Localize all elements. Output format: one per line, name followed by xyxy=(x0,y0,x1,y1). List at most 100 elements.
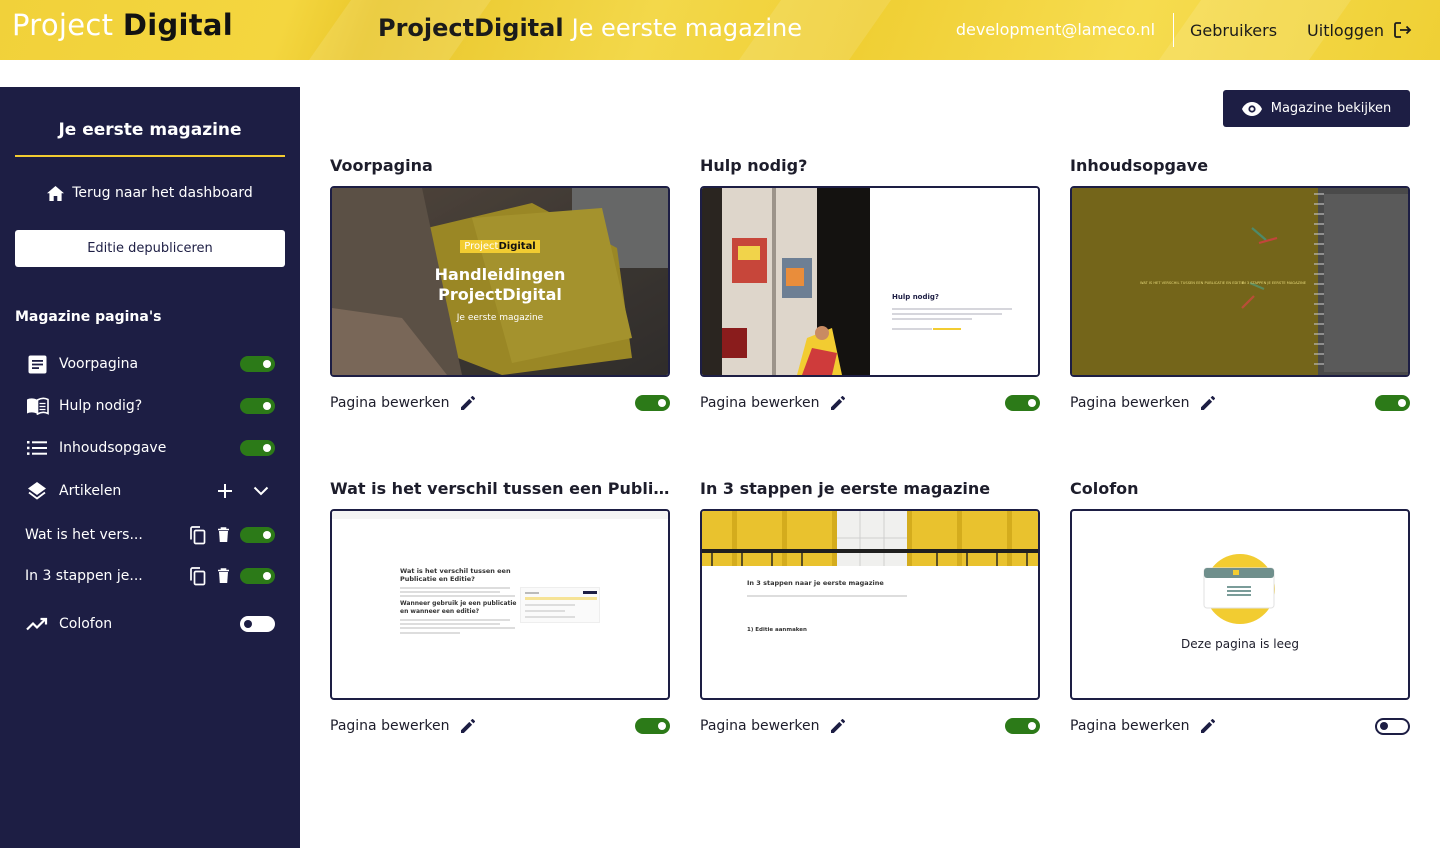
logout-label: Uitloggen xyxy=(1307,20,1384,40)
sidebar-item-inhoudsopgave[interactable]: Inhoudsopgave xyxy=(25,435,275,461)
users-link[interactable]: Gebruikers xyxy=(1174,21,1307,40)
page-toggle[interactable] xyxy=(635,395,670,411)
delete-icon[interactable] xyxy=(217,527,230,543)
page-card-colofon: Colofon Deze pagina is leeg Pagina bewer… xyxy=(1070,479,1410,735)
sidebar-item-voorpagina[interactable]: Voorpagina xyxy=(25,351,275,377)
text-line xyxy=(400,632,460,634)
page-toggle[interactable] xyxy=(1005,395,1040,411)
page-card-3-stappen: In 3 stappen je eerste magazine In 3 sta… xyxy=(700,479,1040,734)
article-step-heading: 1) Editie aanmaken xyxy=(747,627,807,633)
page-card-title: Hulp nodig? xyxy=(700,156,808,175)
page-card-footer: Pagina bewerken xyxy=(1070,392,1410,414)
page-card-title: Inhoudsopgave xyxy=(1070,156,1209,175)
page-toggle[interactable] xyxy=(240,568,275,584)
page-toggle[interactable] xyxy=(1375,395,1410,411)
page-thumbnail[interactable]: Deze pagina is leeg xyxy=(1070,509,1410,700)
cover-heading: Handleidingen xyxy=(434,265,566,284)
page-card-title: Voorpagina xyxy=(330,156,433,175)
copy-icon[interactable] xyxy=(188,525,207,545)
text-line xyxy=(892,313,1002,315)
page-toggle[interactable] xyxy=(240,398,275,414)
pencil-icon[interactable] xyxy=(1200,395,1216,411)
help-page-image xyxy=(702,188,1038,375)
page-thumbnail[interactable]: In 3 stappen naar je eerste magazine 1) … xyxy=(700,509,1040,700)
page-toggle[interactable] xyxy=(240,356,275,372)
article-heading: In 3 stappen naar je eerste magazine xyxy=(747,579,884,587)
toc-item: WAT IS HET VERSCHIL TUSSEN EEN PUBLICATI… xyxy=(1140,281,1244,285)
list-icon xyxy=(25,436,49,460)
page-thumbnail[interactable]: Wat is het verschil tussen een Publicati… xyxy=(330,509,670,700)
article-heading: Wat is het verschil tussen een Publicati… xyxy=(400,567,511,583)
text-line xyxy=(892,318,972,320)
view-magazine-label: Magazine bekijken xyxy=(1270,101,1392,116)
edit-page-link[interactable]: Pagina bewerken xyxy=(1070,395,1190,411)
layers-icon xyxy=(25,479,49,503)
sidebar-item-hulp-nodig[interactable]: Hulp nodig? xyxy=(25,393,275,419)
logo-light-text: Project xyxy=(12,8,114,42)
page-thumbnail[interactable]: ProjectDigital Handleidingen ProjectDigi… xyxy=(330,186,670,377)
logout-icon xyxy=(1394,22,1412,38)
page-card-footer: Pagina bewerken xyxy=(1070,715,1410,737)
edit-page-link[interactable]: Pagina bewerken xyxy=(700,718,820,734)
page-card-hulp-nodig: Hulp nodig? Hulp nodig? Pagina bewerken xyxy=(700,156,1040,411)
edit-page-link[interactable]: Pagina bewerken xyxy=(1070,718,1190,734)
pages-section-title: Magazine pagina's xyxy=(15,309,162,325)
text-line xyxy=(892,328,932,330)
pencil-icon[interactable] xyxy=(460,395,476,411)
page-thumbnail[interactable]: WAT IS HET VERSCHIL TUSSEN EEN PUBLICATI… xyxy=(1070,186,1410,377)
pencil-icon[interactable] xyxy=(1200,718,1216,734)
toc-item: IN 3 STAPPEN JE EERSTE MAGAZINE xyxy=(1242,281,1307,285)
text-line xyxy=(747,595,907,597)
cover-logo-bold: Digital xyxy=(498,241,536,252)
page-toggle[interactable] xyxy=(240,616,275,632)
pencil-icon[interactable] xyxy=(830,395,846,411)
empty-page-text: Deze pagina is leeg xyxy=(1181,637,1299,651)
user-email: development@lameco.nl xyxy=(956,13,1175,47)
unpublish-edition-button[interactable]: Editie depubliceren xyxy=(15,230,285,267)
logout-button[interactable]: Uitloggen xyxy=(1307,21,1412,40)
text-link-line xyxy=(933,328,961,330)
view-magazine-button[interactable]: Magazine bekijken xyxy=(1223,90,1410,127)
empty-page-icon xyxy=(1203,554,1275,624)
delete-icon[interactable] xyxy=(217,568,230,584)
edit-page-link[interactable]: Pagina bewerken xyxy=(330,718,450,734)
sidebar: Je eerste magazine Terug naar het dashbo… xyxy=(0,87,300,848)
logo[interactable]: Project Digital xyxy=(12,8,233,42)
back-label: Terug naar het dashboard xyxy=(72,185,253,201)
page-title: ProjectDigital Je eerste magazine xyxy=(378,14,802,42)
article-label: In 3 stappen je... xyxy=(25,568,143,584)
sidebar-item-label: Hulp nodig? xyxy=(59,398,143,414)
cover-heading: ProjectDigital xyxy=(438,285,562,304)
page-toggle[interactable] xyxy=(1005,718,1040,734)
add-article-icon[interactable] xyxy=(217,483,233,499)
text-line xyxy=(400,591,500,593)
page-toggle[interactable] xyxy=(240,527,275,543)
sidebar-article-item[interactable]: Wat is het vers... xyxy=(25,522,275,548)
page-card-voorpagina: Voorpagina ProjectDigital Handleidingen … xyxy=(330,156,670,411)
sidebar-item-label: Inhoudsopgave xyxy=(59,440,167,456)
edit-page-link[interactable]: Pagina bewerken xyxy=(330,395,450,411)
page-toggle[interactable] xyxy=(635,718,670,734)
page-toggle[interactable] xyxy=(240,440,275,456)
sidebar-item-label: Artikelen xyxy=(59,483,122,499)
magazine-title: Je eerste magazine xyxy=(571,14,803,42)
text-line xyxy=(400,619,510,621)
page-toggle[interactable] xyxy=(1375,717,1410,735)
sidebar-article-item[interactable]: In 3 stappen je... xyxy=(25,563,275,589)
page-thumbnail[interactable]: Hulp nodig? xyxy=(700,186,1040,377)
edit-page-link[interactable]: Pagina bewerken xyxy=(700,395,820,411)
copy-icon[interactable] xyxy=(188,566,207,586)
article-label: Wat is het vers... xyxy=(25,527,143,543)
page-card-title: Wat is het verschil tussen een Publicati… xyxy=(330,479,670,498)
logo-bold-text: Digital xyxy=(122,8,234,42)
text-line xyxy=(400,587,510,589)
pencil-icon[interactable] xyxy=(460,718,476,734)
back-to-dashboard-link[interactable]: Terug naar het dashboard xyxy=(15,185,285,201)
pencil-icon[interactable] xyxy=(830,718,846,734)
chevron-down-icon[interactable] xyxy=(253,486,269,496)
sidebar-item-artikelen[interactable]: Artikelen xyxy=(25,478,275,504)
cover-logo: ProjectDigital xyxy=(460,240,540,253)
page-card-verschil-publicatie-editie: Wat is het verschil tussen een Publicati… xyxy=(330,479,670,734)
sidebar-item-colofon[interactable]: Colofon xyxy=(25,611,275,637)
cover-subtitle: Je eerste magazine xyxy=(456,313,544,323)
